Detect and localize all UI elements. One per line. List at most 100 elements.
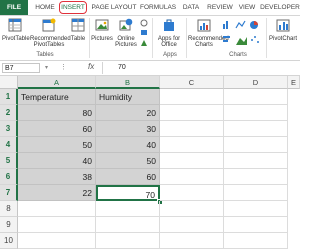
cell-a7[interactable]: 22 [18,185,96,201]
empty-cell[interactable] [224,201,288,217]
group-label-apps: Apps [163,52,177,58]
table-icon [71,18,85,32]
row-header-4[interactable]: 4 [0,137,18,153]
chart-types-icon [223,20,259,45]
column-header-b[interactable]: B [96,76,160,89]
group-separator [186,18,187,58]
empty-cell[interactable] [96,201,160,217]
row-header-6[interactable]: 6 [0,169,18,185]
select-all-button[interactable] [0,76,18,89]
pictures-icon [95,19,109,31]
recommended-pivottables-icon [42,18,56,32]
row-header-5[interactable]: 5 [0,153,18,169]
empty-cell[interactable] [224,105,288,121]
tab-home[interactable]: HOME [34,2,56,13]
group-separator [89,18,90,58]
row-header-8[interactable]: 8 [0,201,18,217]
tab-page-layout[interactable]: PAGE LAYOUT [91,2,137,13]
cell-a2[interactable]: 80 [18,105,96,121]
tab-insert[interactable]: INSERT [59,1,87,14]
tab-developer[interactable]: DEVELOPER [260,2,300,13]
empty-cell[interactable] [160,89,224,105]
tab-file[interactable]: FILE [0,0,28,15]
name-box-dropdown-icon[interactable]: ▾ [45,64,48,71]
empty-cell[interactable] [160,233,224,249]
empty-cell[interactable] [224,185,288,201]
cell-b2[interactable]: 20 [96,105,160,121]
pivottable-button[interactable]: PivotTable [2,18,30,42]
pictures-button[interactable]: Pictures [91,18,113,42]
tab-view[interactable]: VIEW [238,2,256,13]
insert-function-button[interactable]: fx [88,62,94,71]
empty-cell[interactable] [224,217,288,233]
cell-a4[interactable]: 50 [18,137,96,153]
formula-input[interactable]: 70 [102,62,298,74]
empty-cell[interactable] [160,105,224,121]
group-separator [266,18,267,58]
empty-cell[interactable] [224,233,288,249]
cell-b7-active[interactable]: 70 [96,185,160,201]
row-header-3[interactable]: 3 [0,121,18,137]
row-header-1[interactable]: 1 [0,89,18,105]
empty-cell[interactable] [224,89,288,105]
recommended-charts-button[interactable]: Recommended Charts [188,18,229,49]
empty-cell[interactable] [224,121,288,137]
ribbon-insert: PivotTable Recommended PivotTables Table… [0,16,300,61]
shapes-icon [140,19,148,46]
empty-cell[interactable] [96,233,160,249]
cell-a3[interactable]: 60 [18,121,96,137]
formula-bar-more-icon: ⋮ [60,64,67,71]
empty-cell[interactable] [224,137,288,153]
group-separator [152,18,153,58]
empty-cell[interactable] [18,201,96,217]
empty-cell[interactable] [160,153,224,169]
empty-cell[interactable] [160,121,224,137]
cell-a6[interactable]: 38 [18,169,96,185]
empty-cell[interactable] [160,201,224,217]
empty-cell[interactable] [96,217,160,233]
empty-cell[interactable] [224,169,288,185]
online-pictures-button[interactable]: Online Pictures [114,18,138,49]
online-pictures-icon [119,18,133,31]
column-header-a[interactable]: A [18,76,96,89]
pivottable-icon [8,18,22,32]
empty-cell[interactable] [160,217,224,233]
ribbon-tab-bar: FILE HOME INSERT PAGE LAYOUT FORMULAS DA… [0,0,300,16]
column-header-c[interactable]: C [160,76,224,89]
pivotchart-button[interactable]: PivotChart [268,18,298,42]
apps-for-office-icon [164,19,174,31]
group-label-charts: Charts [229,52,247,58]
column-header-d[interactable]: D [224,76,288,89]
chart-types-gallery[interactable] [222,19,262,52]
apps-for-office-button[interactable]: Apps for Office [154,18,184,49]
worksheet-grid: A B C D E 1 2 3 4 5 6 7 8 9 10 Temperatu… [0,76,300,249]
tab-formulas[interactable]: FORMULAS [140,2,176,13]
recommended-charts-icon [197,19,211,32]
cell-b6[interactable]: 60 [96,169,160,185]
empty-cell[interactable] [18,217,96,233]
empty-cell[interactable] [224,153,288,169]
row-header-10[interactable]: 10 [0,233,18,249]
tab-data[interactable]: DATA [180,2,202,13]
cell-b4[interactable]: 40 [96,137,160,153]
empty-cell[interactable] [18,233,96,249]
row-header-9[interactable]: 9 [0,217,18,233]
column-header-e[interactable]: E [288,76,300,89]
empty-cell[interactable] [160,169,224,185]
pivotchart-icon [276,19,290,32]
cell-b3[interactable]: 30 [96,121,160,137]
cell-b1[interactable]: Humidity [96,89,160,105]
empty-cell[interactable] [160,185,224,201]
table-button[interactable]: Table [70,18,86,42]
cell-b5[interactable]: 50 [96,153,160,169]
tab-review[interactable]: REVIEW [206,2,234,13]
cell-a1[interactable]: Temperature [18,89,96,105]
cell-a5[interactable]: 40 [18,153,96,169]
empty-cell[interactable] [160,137,224,153]
row-header-7[interactable]: 7 [0,185,18,201]
row-header-2[interactable]: 2 [0,105,18,121]
name-box[interactable]: B7 [2,63,40,73]
group-label-tables: Tables [36,52,54,58]
recommended-pivottables-button[interactable]: Recommended PivotTables [30,18,71,49]
illustrations-shapes-button[interactable] [138,18,150,53]
